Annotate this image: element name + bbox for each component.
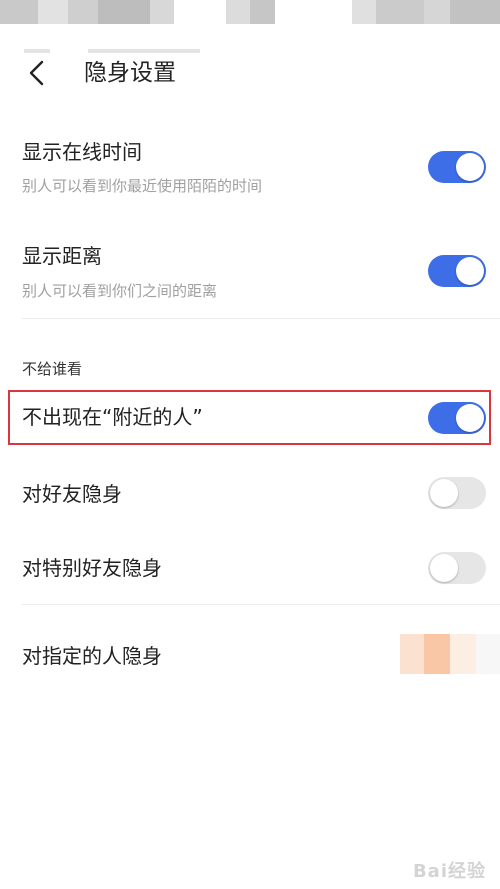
friends-toggle[interactable] <box>428 477 486 509</box>
header-bar: 隐身设置 <box>0 52 500 96</box>
setting-row-distance: 显示距离 别人可以看到你们之间的距离 <box>0 238 500 318</box>
section-divider <box>22 604 500 605</box>
setting-row-online-time: 显示在线时间 别人可以看到你最近使用陌陌的时间 <box>0 134 500 214</box>
nearby-toggle[interactable] <box>428 402 486 434</box>
distance-description: 别人可以看到你们之间的距离 <box>22 282 218 300</box>
toggle-knob <box>430 479 458 507</box>
setting-row-special-friends: 对特别好友隐身 <box>0 548 500 594</box>
online-time-description: 别人可以看到你最近使用陌陌的时间 <box>22 177 263 195</box>
setting-row-friends: 对好友隐身 <box>0 472 500 518</box>
distance-label: 显示距离 <box>22 244 102 268</box>
watermark-logo: Bai经验 <box>412 861 486 882</box>
chevron-left-icon <box>29 60 44 86</box>
friends-label: 对好友隐身 <box>22 482 122 506</box>
distance-toggle[interactable] <box>428 255 486 287</box>
specified-people-label: 对指定的人隐身 <box>22 644 162 668</box>
online-time-toggle[interactable] <box>428 151 486 183</box>
setting-row-nearby: 不出现在“附近的人” <box>0 395 500 441</box>
online-time-label: 显示在线时间 <box>22 140 142 164</box>
status-bar <box>0 0 500 26</box>
toggle-knob <box>456 257 484 285</box>
back-button[interactable] <box>24 58 54 88</box>
section-title-hide-from: 不给谁看 <box>22 360 83 378</box>
toggle-knob <box>456 404 484 432</box>
toggle-knob <box>430 554 458 582</box>
page-title: 隐身设置 <box>84 60 176 86</box>
nearby-label: 不出现在“附近的人” <box>22 405 203 429</box>
special-friends-toggle[interactable] <box>428 552 486 584</box>
section-divider <box>22 318 500 319</box>
toggle-knob <box>456 153 484 181</box>
special-friends-label: 对特别好友隐身 <box>22 556 162 580</box>
